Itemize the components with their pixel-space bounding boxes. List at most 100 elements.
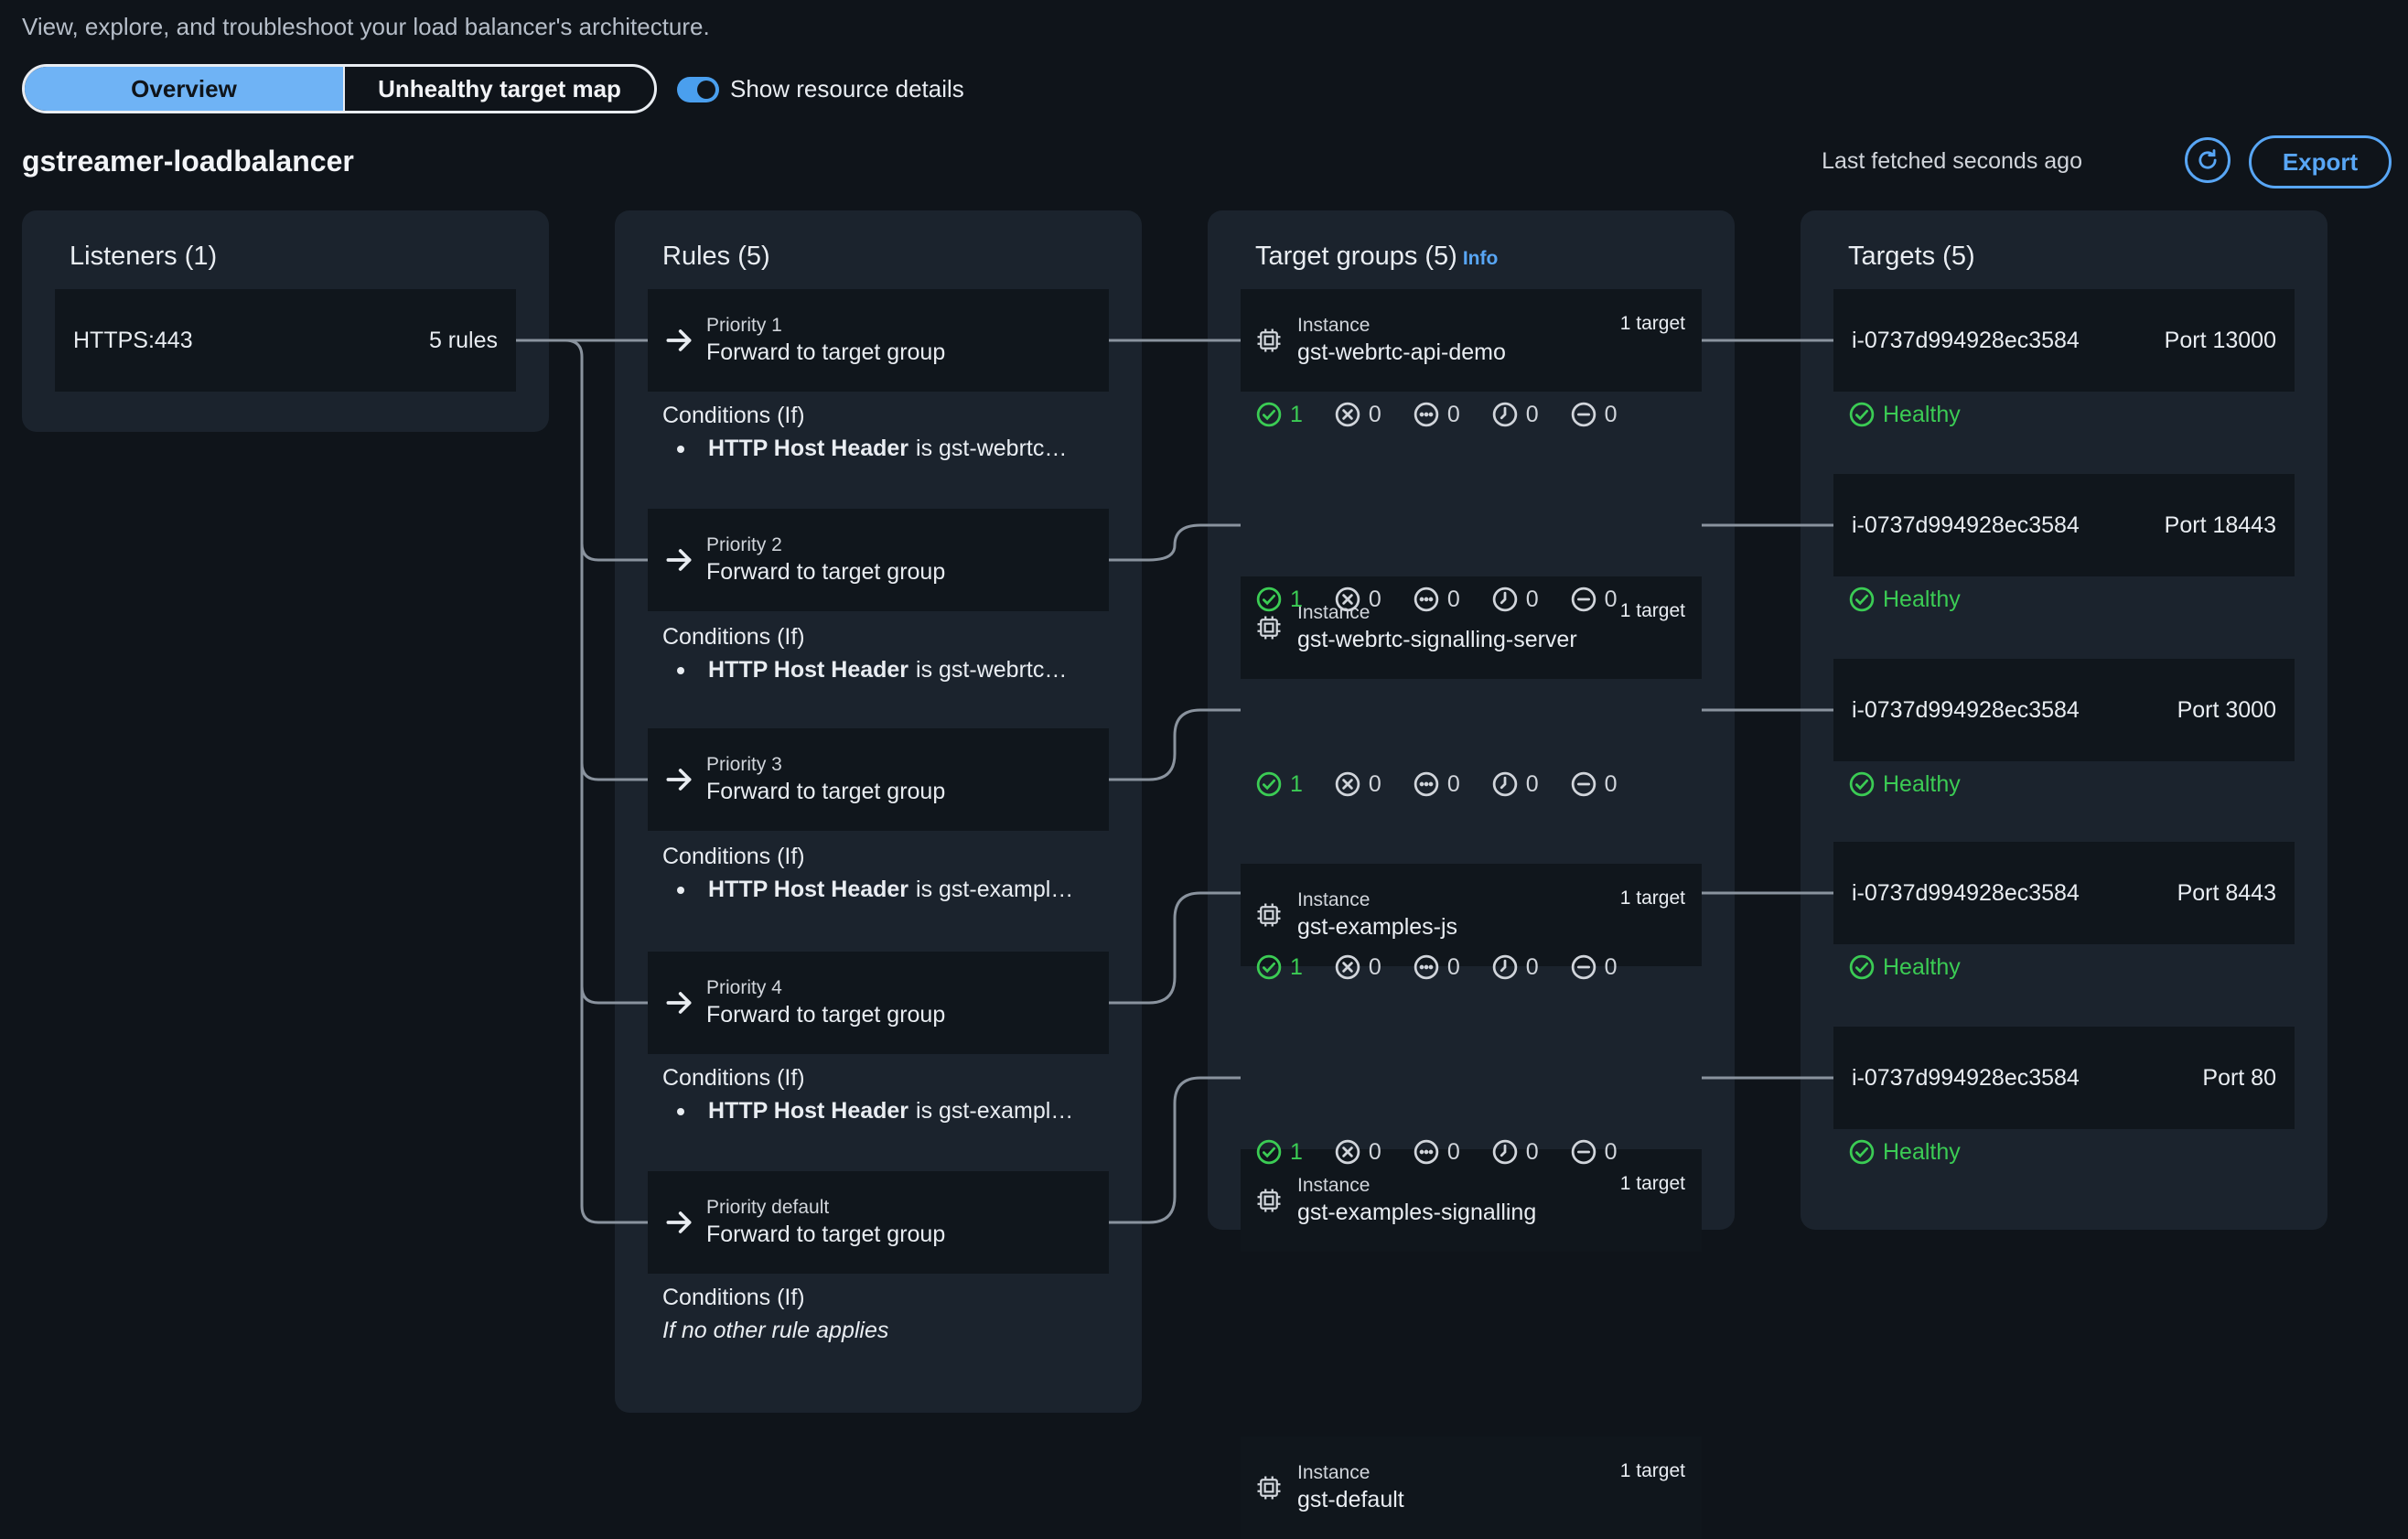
target-group-card[interactable]: Instance gst-default 1 target xyxy=(1241,1437,1702,1539)
tg-health-stats: 1 0 0 0 0 xyxy=(1255,770,1649,798)
instance-chip-icon xyxy=(1257,616,1281,640)
listeners-title: Listeners (1) xyxy=(70,242,218,271)
rule-action: Forward to target group xyxy=(706,1222,946,1247)
tg-health-stats: 1 0 0 0 0 xyxy=(1255,401,1649,428)
arrow-right-icon xyxy=(666,549,692,571)
connector-listener-rule-3 xyxy=(580,543,648,781)
initial-clock-icon xyxy=(1492,771,1517,797)
tg-name: gst-examples-signalling xyxy=(1297,1200,1537,1225)
unused-dots-icon xyxy=(1414,587,1439,612)
rule-card-priority-4[interactable]: Priority 4 Forward to target group xyxy=(648,952,1109,1054)
instance-chip-icon xyxy=(1257,1189,1281,1212)
connector-rule-tg-2 xyxy=(1109,523,1241,562)
rules-title: Rules (5) xyxy=(662,242,770,271)
instance-chip-icon xyxy=(1257,903,1281,927)
healthy-check-icon xyxy=(1849,771,1875,797)
target-card[interactable]: i-0737d994928ec3584 Port 18443 xyxy=(1833,474,2295,576)
initial-clock-icon xyxy=(1492,1139,1517,1165)
target-instance-id: i-0737d994928ec3584 xyxy=(1852,511,2080,538)
target-instance-id: i-0737d994928ec3584 xyxy=(1852,327,2080,353)
tg-type: Instance xyxy=(1297,889,1371,910)
rule-conditions-title: Conditions (If) xyxy=(662,1065,805,1091)
arrow-right-icon xyxy=(666,769,692,791)
target-port: Port 18443 xyxy=(2164,511,2276,538)
stat-initial: 0 xyxy=(1491,586,1539,613)
rule-card-priority-1[interactable]: Priority 1 Forward to target group xyxy=(648,289,1109,392)
target-instance-id: i-0737d994928ec3584 xyxy=(1852,696,2080,723)
unused-dots-icon xyxy=(1414,1139,1439,1165)
target-health-status: Healthy xyxy=(1848,770,1961,798)
rule-condition: HTTP Host Header is gst-webrtc… xyxy=(662,657,1067,683)
initial-clock-icon xyxy=(1492,402,1517,427)
stat-healthy: 1 xyxy=(1255,770,1303,798)
target-instance-id: i-0737d994928ec3584 xyxy=(1852,879,2080,906)
rule-card-priority-3[interactable]: Priority 3 Forward to target group xyxy=(648,728,1109,831)
stat-unused: 0 xyxy=(1413,953,1460,981)
healthy-check-icon xyxy=(1849,402,1875,427)
draining-minus-icon xyxy=(1571,771,1596,797)
target-group-card[interactable]: Instance gst-examples-js 1 target xyxy=(1241,864,1702,966)
initial-clock-icon xyxy=(1492,587,1517,612)
tg-target-count: 1 target xyxy=(1619,313,1685,334)
arrow-right-icon xyxy=(666,1211,692,1233)
target-card[interactable]: i-0737d994928ec3584 Port 3000 xyxy=(1833,659,2295,761)
rule-card-priority-default[interactable]: Priority default Forward to target group xyxy=(648,1171,1109,1274)
target-card[interactable]: i-0737d994928ec3584 Port 8443 xyxy=(1833,842,2295,944)
connector-listener-rule-4 xyxy=(580,763,648,1005)
connector-rule-tg-4 xyxy=(1109,891,1241,1005)
rule-action: Forward to target group xyxy=(706,779,946,804)
target-port: Port 13000 xyxy=(2164,327,2276,353)
target-port: Port 3000 xyxy=(2177,696,2276,723)
tg-health-stats: 1 0 0 0 0 xyxy=(1255,1138,1649,1166)
target-groups-title: Target groups (5) Info xyxy=(1255,242,1499,271)
rule-priority: Priority default xyxy=(706,1197,830,1218)
rule-card-priority-2[interactable]: Priority 2 Forward to target group xyxy=(648,509,1109,611)
rule-condition-default: If no other rule applies xyxy=(662,1318,889,1343)
connector-rule-tg-3 xyxy=(1109,708,1241,781)
target-card[interactable]: i-0737d994928ec3584 Port 80 xyxy=(1833,1027,2295,1129)
unhealthy-x-icon xyxy=(1335,1139,1360,1165)
tg-type: Instance xyxy=(1297,315,1371,336)
target-group-card[interactable]: Instance gst-webrtc-api-demo 1 target xyxy=(1241,289,1702,392)
stat-initial: 0 xyxy=(1491,1138,1539,1166)
rule-priority: Priority 1 xyxy=(706,315,782,336)
unhealthy-x-icon xyxy=(1335,771,1360,797)
info-link[interactable]: Info xyxy=(1463,248,1498,269)
stat-draining: 0 xyxy=(1570,1138,1618,1166)
stat-unused: 0 xyxy=(1413,586,1460,613)
rule-condition: HTTP Host Header is gst-exampl… xyxy=(662,877,1073,903)
listener-card[interactable]: HTTPS:443 5 rules xyxy=(55,289,516,392)
rule-priority: Priority 4 xyxy=(706,977,782,998)
unhealthy-x-icon xyxy=(1335,954,1360,980)
tg-type: Instance xyxy=(1297,1175,1371,1196)
healthy-check-icon xyxy=(1256,771,1282,797)
rule-priority: Priority 2 xyxy=(706,534,782,555)
tg-target-count: 1 target xyxy=(1619,1460,1685,1481)
stat-unused: 0 xyxy=(1413,770,1460,798)
healthy-check-icon xyxy=(1256,587,1282,612)
tg-name: gst-examples-js xyxy=(1297,914,1458,940)
stat-healthy: 1 xyxy=(1255,953,1303,981)
target-health-status: Healthy xyxy=(1848,1138,1961,1166)
tg-name: gst-default xyxy=(1297,1487,1404,1512)
stat-healthy: 1 xyxy=(1255,401,1303,428)
draining-minus-icon xyxy=(1571,1139,1596,1165)
listener-name: HTTPS:443 xyxy=(73,327,193,353)
rule-conditions-title: Conditions (If) xyxy=(662,1285,805,1310)
tg-health-stats: 1 0 0 0 0 xyxy=(1255,586,1649,613)
instance-chip-icon xyxy=(1257,1476,1281,1500)
draining-minus-icon xyxy=(1571,587,1596,612)
target-card[interactable]: i-0737d994928ec3584 Port 13000 xyxy=(1833,289,2295,392)
stat-unhealthy: 0 xyxy=(1334,1138,1381,1166)
rule-priority: Priority 3 xyxy=(706,754,782,775)
rule-conditions-title: Conditions (If) xyxy=(662,844,805,869)
initial-clock-icon xyxy=(1492,954,1517,980)
stat-initial: 0 xyxy=(1491,953,1539,981)
healthy-check-icon xyxy=(1256,1139,1282,1165)
instance-chip-icon xyxy=(1257,328,1281,352)
unhealthy-x-icon xyxy=(1335,587,1360,612)
connector-rule-tg-5 xyxy=(1109,1076,1241,1224)
draining-minus-icon xyxy=(1571,954,1596,980)
rule-action: Forward to target group xyxy=(706,339,946,365)
stat-draining: 0 xyxy=(1570,770,1618,798)
